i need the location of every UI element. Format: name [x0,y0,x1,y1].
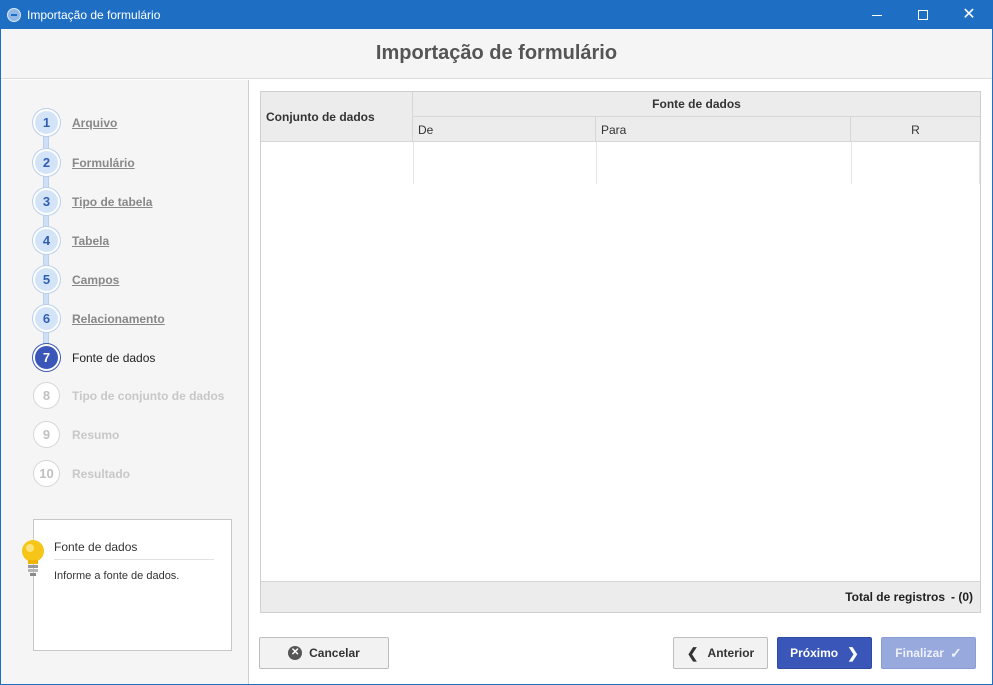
chevron-right-icon: ❯ [847,644,859,661]
app-icon [7,8,21,22]
column-header-de[interactable]: De [413,117,596,142]
step-label: Arquivo [72,115,118,130]
page-title: Importação de formulário [375,42,618,64]
title-bar[interactable]: Importação de formulário ✕ [1,1,992,29]
column-header-para[interactable]: Para [596,117,851,142]
step-number: 1 [33,109,60,136]
column-divider [979,142,980,184]
step-label: Tipo de conjunto de dados [72,388,225,403]
tip-divider [54,559,214,560]
step-6[interactable]: 6 Relacionamento [33,305,165,332]
wizard-sidebar: 1 Arquivo 2 Formulário 3 Tipo de tabela … [1,80,249,684]
step-5[interactable]: 5 Campos [33,266,119,293]
minimize-icon [872,14,882,16]
tip-box: Fonte de dados Informe a fonte de dados. [33,519,232,651]
column-header-conjunto[interactable]: Conjunto de dados [261,92,413,142]
finish-button: Finalizar ✓ [881,637,976,669]
step-number: 4 [33,227,60,254]
step-7: 7 Fonte de dados [33,344,155,371]
step-label: Campos [72,272,120,287]
column-divider [413,142,414,184]
maximize-icon [918,10,928,20]
step-1[interactable]: 1 Arquivo [33,109,117,136]
window-controls: ✕ [854,1,992,29]
cancel-button[interactable]: ✕ Cancelar [259,637,389,669]
step-label: Tabela [72,233,110,248]
dialog-header: Importação de formulário [1,29,992,79]
grid-header: Conjunto de dados Fonte de dados De Para… [261,92,980,142]
step-number: 9 [33,421,60,448]
grid-footer: Total de registros - (0) [261,581,980,612]
total-records-label: Total de registros [845,590,945,604]
column-divider [851,142,852,184]
step-label: Relacionamento [72,311,165,326]
finish-label: Finalizar [895,646,944,660]
window-title: Importação de formulário [27,8,161,22]
cancel-icon: ✕ [288,646,303,660]
step-number: 5 [33,266,60,293]
step-number: 6 [33,305,60,332]
data-source-grid: Conjunto de dados Fonte de dados De Para… [260,91,981,613]
column-divider [596,142,597,184]
step-label: Resumo [72,427,120,442]
step-3[interactable]: 3 Tipo de tabela [33,188,152,215]
total-records-count: - (0) [951,590,973,604]
next-label: Próximo [790,646,839,660]
cancel-label: Cancelar [309,646,360,660]
step-9: 9 Resumo [33,421,119,448]
step-label: Tipo de tabela [72,194,153,209]
step-number: 3 [33,188,60,215]
column-header-r[interactable]: R [851,117,980,142]
step-label: Fonte de dados [72,350,156,365]
import-form-dialog: Importação de formulário ✕ Importação de… [0,0,993,685]
step-8: 8 Tipo de conjunto de dados [33,382,224,409]
tip-text: Informe a fonte de dados. [54,570,180,582]
step-label: Resultado [72,466,131,481]
step-number: 2 [33,149,60,176]
step-4[interactable]: 4 Tabela [33,227,109,254]
maximize-button[interactable] [900,1,946,29]
minimize-button[interactable] [854,1,900,29]
lightbulb-icon [22,540,44,576]
previous-label: Anterior [707,646,755,660]
step-number: 7 [33,344,60,371]
chevron-left-icon: ❮ [686,644,699,661]
step-label: Formulário [72,155,135,170]
step-10: 10 Resultado [33,460,130,487]
tip-title: Fonte de dados [54,540,138,554]
step-number: 8 [33,382,60,409]
close-button[interactable]: ✕ [946,1,992,29]
close-icon: ✕ [962,6,976,23]
next-button[interactable]: Próximo ❯ [777,637,872,669]
step-2[interactable]: 2 Formulário [33,149,135,176]
previous-button[interactable]: ❮ Anterior [673,637,768,669]
column-group-fonte: Fonte de dados [413,92,980,117]
checkmark-icon: ✓ [949,644,962,661]
step-number: 10 [33,460,60,487]
